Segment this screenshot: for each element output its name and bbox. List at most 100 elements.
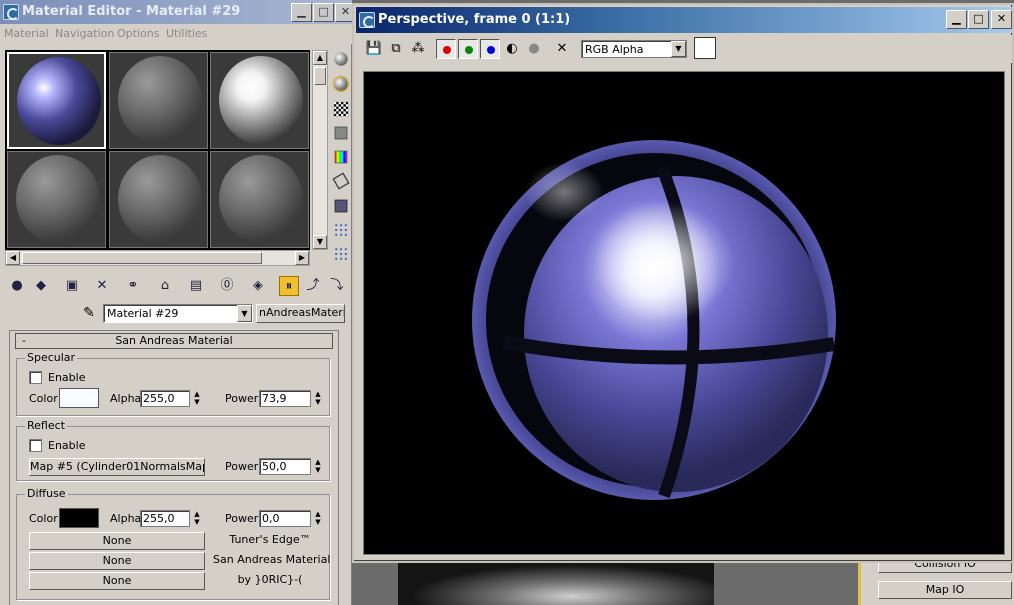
scroll-thumb[interactable]: [22, 252, 262, 264]
alpha-channel-icon[interactable]: ●: [524, 39, 544, 59]
blue-channel-icon[interactable]: [480, 39, 500, 59]
material-toolbar: ● ◆ ▣ ✕ ⚭ ⌂ ▤ ⓪ ◈ ⏸ ⤴ ⤵: [5, 276, 345, 298]
spinner-arrows-icon[interactable]: ▲ ▼: [312, 510, 324, 527]
options-icon[interactable]: [334, 199, 348, 213]
chevron-down-icon[interactable]: ▼: [237, 305, 252, 322]
diffuse-map-button-3[interactable]: None: [29, 572, 205, 590]
video-color-check-icon[interactable]: [334, 150, 348, 164]
specular-enable-checkbox[interactable]: [29, 371, 42, 384]
specular-alpha-label: Alpha: [110, 392, 142, 405]
spinner-arrows-icon[interactable]: ▲ ▼: [191, 390, 203, 407]
sample-slot-2[interactable]: [109, 52, 208, 149]
specular-power-spinner[interactable]: 73,9 ▲ ▼: [259, 390, 321, 407]
get-material-icon[interactable]: ●: [7, 276, 27, 296]
material-type-button[interactable]: nAndreasMaterial: [256, 304, 345, 323]
diffuse-color-swatch[interactable]: [59, 508, 99, 528]
make-copy-icon[interactable]: ⚭: [123, 276, 143, 296]
sample-slot-4[interactable]: [7, 151, 106, 248]
clear-icon[interactable]: ✕: [552, 39, 572, 59]
material-name-row: ✎ Material #29 ▼ nAndreasMaterial: [0, 302, 352, 324]
scroll-up-arrow-icon[interactable]: ▲: [313, 51, 327, 65]
diffuse-map-button-1[interactable]: None: [29, 532, 205, 550]
scroll-thumb[interactable]: [314, 67, 326, 85]
sample-type-icon[interactable]: [334, 52, 348, 66]
background-viewport-sphere: [398, 562, 714, 605]
save-bitmap-icon[interactable]: 💾: [364, 39, 384, 59]
reflect-group-title: Reflect: [25, 419, 67, 432]
material-editor-titlebar[interactable]: Material Editor - Material #29 ▁ □ ✕: [0, 0, 356, 24]
select-by-material-icon[interactable]: [333, 222, 349, 238]
slots-horizontal-scrollbar[interactable]: ◀ ▶: [5, 250, 310, 266]
make-unique-icon[interactable]: ⌂: [155, 276, 175, 296]
sample-slot-1[interactable]: [7, 52, 106, 149]
material-editor-window: Material Editor - Material #29 ▁ □ ✕ Mat…: [0, 0, 356, 605]
spinner-arrows-icon[interactable]: ▲ ▼: [312, 390, 324, 407]
reflect-enable-checkbox[interactable]: [29, 439, 42, 452]
show-map-in-viewport-icon[interactable]: ◈: [248, 276, 268, 296]
material-editor-menubar: Material Navigation Options Utilities: [0, 24, 352, 44]
pick-material-eyedropper-icon[interactable]: ✎: [80, 304, 98, 322]
show-end-result-icon[interactable]: ⏸: [279, 276, 299, 296]
reflect-map-button[interactable]: Map #5 (Cylinder01NormalsMap.tga): [29, 458, 205, 476]
reflect-power-spinner[interactable]: 50,0 ▲ ▼: [259, 458, 321, 475]
put-to-scene-icon[interactable]: ◆: [31, 276, 51, 296]
specular-highlight: [594, 202, 734, 322]
sample-sphere: [219, 56, 303, 144]
reflect-power-label: Power: [225, 460, 259, 473]
diffuse-alpha-spinner[interactable]: 255,0 ▲ ▼: [140, 510, 200, 527]
scroll-right-arrow-icon[interactable]: ▶: [295, 251, 309, 265]
rendered-sphere-image: [472, 140, 836, 500]
clone-window-icon[interactable]: ⧉: [386, 39, 406, 59]
monochrome-icon[interactable]: ◐: [502, 39, 522, 59]
sample-uv-tiling-icon[interactable]: [334, 126, 348, 140]
put-to-library-icon[interactable]: ▤: [186, 276, 206, 296]
reset-map-icon[interactable]: ✕: [92, 276, 112, 296]
menu-utilities[interactable]: Utilities: [166, 27, 207, 40]
minimize-button[interactable]: ▁: [291, 3, 312, 22]
maximize-button[interactable]: □: [968, 10, 989, 29]
backlight-icon[interactable]: [334, 77, 348, 91]
spinner-arrows-icon[interactable]: ▲ ▼: [312, 458, 324, 475]
specular-color-swatch[interactable]: [59, 388, 99, 408]
red-channel-icon[interactable]: [436, 39, 456, 59]
clone-virtual-frame-buffer-icon[interactable]: ⁂: [408, 39, 428, 59]
minimize-button[interactable]: ▁: [946, 10, 967, 29]
slots-vertical-scrollbar[interactable]: ▲ ▼: [312, 50, 328, 250]
pixel-color-swatch[interactable]: [694, 37, 716, 59]
side-toolbar: [332, 50, 350, 270]
chevron-down-icon[interactable]: ▼: [671, 41, 686, 57]
diffuse-power-spinner[interactable]: 0,0 ▲ ▼: [259, 510, 321, 527]
scroll-left-arrow-icon[interactable]: ◀: [6, 251, 20, 265]
rendered-frame-titlebar[interactable]: Perspective, frame 0 (1:1) ▁ □ ✕: [356, 7, 1012, 33]
go-forward-to-sibling-icon[interactable]: ⤵: [327, 276, 347, 296]
menu-navigation[interactable]: Navigation: [55, 27, 114, 40]
green-channel-icon[interactable]: [458, 39, 478, 59]
assign-to-selection-icon[interactable]: ▣: [62, 276, 82, 296]
sample-slot-5[interactable]: [109, 151, 208, 248]
material-name-combo[interactable]: Material #29 ▼: [103, 304, 253, 323]
specular-alpha-spinner[interactable]: 255,0 ▲ ▼: [140, 390, 200, 407]
menu-material[interactable]: Material: [4, 27, 49, 40]
rollout-header[interactable]: - San Andreas Material: [15, 333, 333, 349]
diffuse-power-value: 0,0: [262, 512, 280, 525]
material-effects-channel-icon[interactable]: ⓪: [217, 276, 237, 296]
collapse-icon[interactable]: -: [22, 334, 26, 348]
maximize-button[interactable]: □: [313, 3, 334, 22]
display-channel-dropdown[interactable]: RGB Alpha ▼: [581, 40, 687, 58]
go-to-parent-icon[interactable]: ⤴: [303, 276, 323, 296]
sample-slot-6[interactable]: [210, 151, 309, 248]
spinner-arrows-icon[interactable]: ▲ ▼: [191, 510, 203, 527]
material-name-value: Material #29: [107, 307, 179, 320]
sample-slot-3[interactable]: [210, 52, 309, 149]
diffuse-map-button-2[interactable]: None: [29, 552, 205, 570]
material-editor-title: Material Editor - Material #29: [22, 4, 241, 19]
scroll-down-arrow-icon[interactable]: ▼: [313, 235, 327, 249]
specular-color-label: Color: [29, 392, 58, 405]
menu-options[interactable]: Options: [117, 27, 159, 40]
make-preview-icon[interactable]: [332, 172, 350, 190]
material-map-navigator-icon[interactable]: [333, 246, 349, 262]
map-io-button[interactable]: Map IO: [878, 581, 1012, 599]
diffuse-color-label: Color: [29, 512, 58, 525]
close-button[interactable]: ✕: [991, 10, 1012, 29]
background-checker-icon[interactable]: [333, 101, 349, 117]
